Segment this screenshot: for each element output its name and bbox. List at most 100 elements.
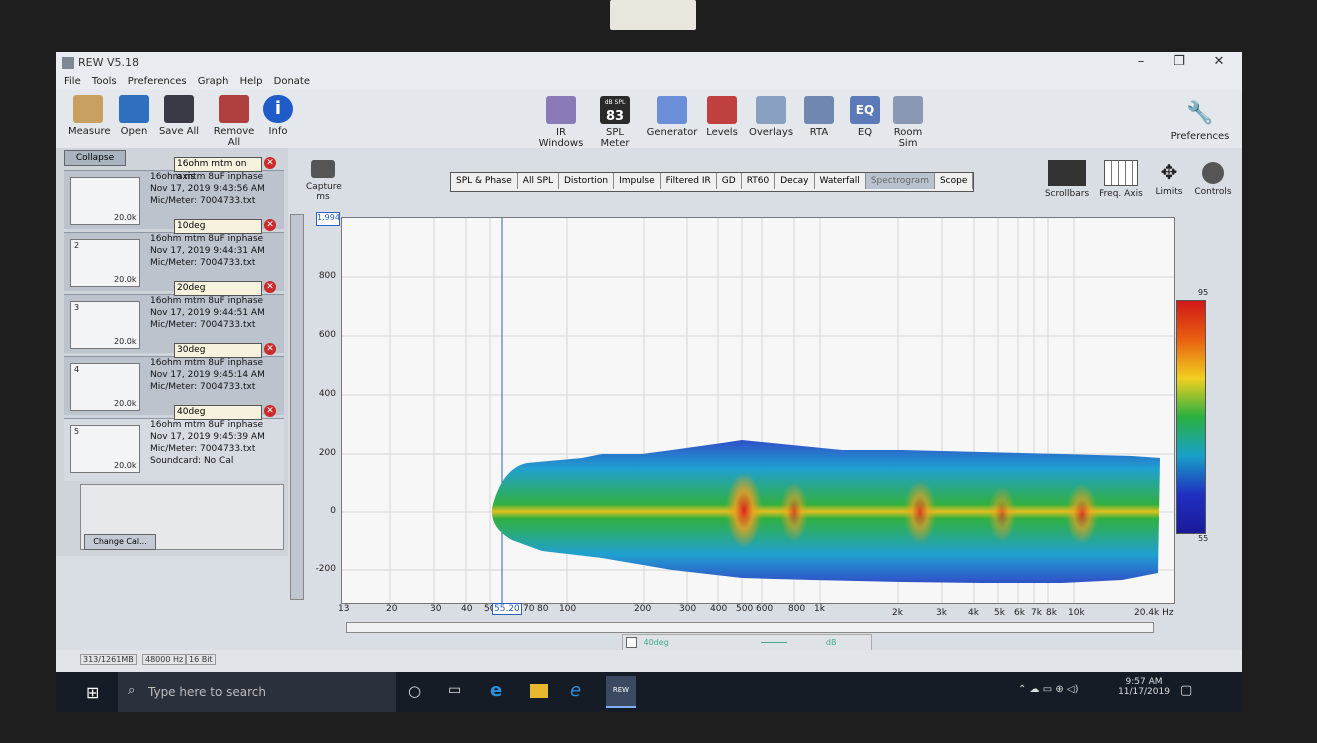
tab-scope[interactable]: Scope bbox=[935, 173, 974, 189]
rew-taskbar-icon[interactable]: REW bbox=[606, 676, 636, 708]
save-all-button[interactable]: Save All bbox=[158, 95, 200, 137]
tab-spl-phase[interactable]: SPL & Phase bbox=[451, 173, 518, 189]
ie-icon[interactable]: e bbox=[570, 680, 581, 701]
minimize-button[interactable]: – bbox=[1126, 54, 1156, 69]
x-tick: 200 bbox=[634, 604, 652, 614]
measurement-name-field[interactable]: 10deg bbox=[174, 219, 262, 234]
y-tick: 0 bbox=[330, 506, 336, 516]
legend-checkbox[interactable] bbox=[626, 637, 637, 648]
spl-meter-button[interactable]: dB SPL 83 SPL Meter bbox=[592, 96, 638, 149]
ir-windows-icon bbox=[546, 96, 576, 124]
measurement-item-selected[interactable]: 5 40deg ✕ 16ohm mtm 8uF inphase Nov 17, … bbox=[64, 405, 284, 481]
overlays-button[interactable]: Overlays bbox=[748, 96, 794, 138]
hotspot bbox=[1066, 484, 1098, 544]
measurement-name-field[interactable]: 40deg bbox=[174, 405, 262, 420]
freq-axis-button[interactable]: Freq. Axis bbox=[1096, 160, 1146, 199]
info-button[interactable]: i Info bbox=[262, 95, 294, 137]
change-cal-button[interactable]: Change Cal... bbox=[84, 534, 156, 550]
clock-time: 9:57 AM bbox=[1125, 677, 1163, 687]
levels-label: Levels bbox=[706, 127, 738, 138]
restore-button[interactable]: ❐ bbox=[1164, 54, 1194, 69]
rta-label: RTA bbox=[809, 127, 829, 138]
measurement-name-field[interactable]: 30deg bbox=[174, 343, 262, 358]
eq-button[interactable]: EQ EQ bbox=[848, 96, 882, 138]
generator-label: Generator bbox=[646, 127, 698, 138]
generator-button[interactable]: Generator bbox=[646, 96, 698, 138]
rta-button[interactable]: RTA bbox=[802, 96, 836, 138]
x-tick: 70 bbox=[523, 604, 535, 614]
task-view-icon[interactable]: ▭ bbox=[448, 682, 461, 698]
tab-decay[interactable]: Decay bbox=[775, 173, 815, 189]
tab-all-spl[interactable]: All SPL bbox=[518, 173, 559, 189]
cursor-frequency-field[interactable]: 55.20 bbox=[492, 603, 522, 615]
measurement-desc: 16ohm mtm 8uF inphase bbox=[150, 420, 264, 430]
tab-gd[interactable]: GD bbox=[717, 173, 742, 189]
search-box[interactable]: ⌕ Type here to search bbox=[118, 672, 396, 712]
y-tick: -200 bbox=[315, 564, 336, 574]
window-title: REW V5.18 bbox=[78, 56, 139, 69]
spl-meter-icon: dB SPL 83 bbox=[600, 96, 630, 124]
menu-tools[interactable]: Tools bbox=[92, 76, 117, 87]
controls-button[interactable]: Controls bbox=[1190, 160, 1236, 197]
measurement-name-field[interactable]: 20deg bbox=[174, 281, 262, 296]
remove-measurement-icon[interactable]: ✕ bbox=[264, 157, 276, 169]
measurement-date: Nov 17, 2019 9:43:56 AM bbox=[150, 184, 265, 194]
measure-label: Measure bbox=[68, 126, 111, 137]
tab-filtered-ir[interactable]: Filtered IR bbox=[661, 173, 717, 189]
hotspot bbox=[988, 486, 1016, 542]
room-sim-button[interactable]: Room Sim bbox=[886, 96, 930, 149]
menu-file[interactable]: File bbox=[64, 76, 81, 87]
sticker bbox=[610, 0, 696, 30]
colorbar bbox=[1176, 300, 1206, 534]
tab-rt60[interactable]: RT60 bbox=[742, 173, 776, 189]
edge-icon[interactable]: e bbox=[490, 680, 502, 701]
camera-icon bbox=[311, 160, 335, 178]
open-button[interactable]: Open bbox=[114, 95, 154, 137]
menu-graph[interactable]: Graph bbox=[198, 76, 229, 87]
remove-measurement-icon[interactable]: ✕ bbox=[264, 343, 276, 355]
remove-all-button[interactable]: Remove All bbox=[206, 95, 262, 148]
remove-measurement-icon[interactable]: ✕ bbox=[264, 405, 276, 417]
x-tick: 10k bbox=[1068, 608, 1085, 618]
menu-donate[interactable]: Donate bbox=[274, 76, 310, 87]
x-tick: 300 bbox=[679, 604, 697, 614]
info-icon: i bbox=[263, 95, 293, 123]
measurement-details: 16ohm mtm 8uF inphase Nov 17, 2019 9:44:… bbox=[150, 233, 265, 269]
measurement-name-field[interactable]: 16ohm mtm on axis bbox=[174, 157, 262, 182]
cortana-icon[interactable]: ○ bbox=[408, 682, 421, 700]
x-tick: 80 bbox=[537, 604, 549, 614]
collapse-button[interactable]: Collapse bbox=[64, 150, 126, 166]
generator-icon bbox=[657, 96, 687, 124]
measure-button[interactable]: Measure bbox=[68, 95, 111, 137]
tab-distortion[interactable]: Distortion bbox=[559, 173, 615, 189]
info-label: Info bbox=[268, 126, 288, 137]
menu-preferences[interactable]: Preferences bbox=[128, 76, 187, 87]
limits-button[interactable]: ✥ Limits bbox=[1152, 160, 1186, 197]
tab-spectrogram[interactable]: Spectrogram bbox=[865, 173, 935, 189]
scrollbars-button[interactable]: Scrollbars bbox=[1044, 160, 1090, 199]
levels-button[interactable]: Levels bbox=[702, 96, 742, 138]
notification-icon[interactable]: ▢ bbox=[1180, 683, 1192, 698]
remove-measurement-icon[interactable]: ✕ bbox=[264, 281, 276, 293]
y-top-value-field[interactable]: 1.994 bbox=[316, 212, 340, 226]
spectrogram-plot[interactable] bbox=[341, 217, 1175, 604]
clock[interactable]: 9:57 AM 11/17/2019 bbox=[1116, 677, 1172, 697]
tab-impulse[interactable]: Impulse bbox=[614, 173, 661, 189]
close-button[interactable]: ✕ bbox=[1204, 54, 1234, 69]
capture-button[interactable]: Capture ms bbox=[306, 160, 342, 202]
tab-waterfall[interactable]: Waterfall bbox=[815, 173, 866, 189]
x-tick: 40 bbox=[461, 604, 473, 614]
system-tray-icons[interactable]: ⌃ ☁ ▭ ⊕ ◁) bbox=[1018, 684, 1079, 695]
legend-line bbox=[761, 642, 788, 643]
measurement-mic: Mic/Meter: 7004733.txt bbox=[150, 258, 256, 268]
preferences-button[interactable]: 🔧 Preferences bbox=[1170, 100, 1230, 142]
freq-axis-icon bbox=[1104, 160, 1138, 186]
x-tick: 3k bbox=[936, 608, 947, 618]
thumb-range: 20.0k bbox=[114, 213, 137, 222]
menu-help[interactable]: Help bbox=[240, 76, 263, 87]
file-explorer-icon[interactable] bbox=[530, 684, 548, 698]
start-icon[interactable]: ⊞ bbox=[86, 683, 99, 702]
ir-windows-button[interactable]: IR Windows bbox=[534, 96, 588, 149]
horizontal-scrollbar[interactable] bbox=[346, 622, 1154, 633]
remove-measurement-icon[interactable]: ✕ bbox=[264, 219, 276, 231]
